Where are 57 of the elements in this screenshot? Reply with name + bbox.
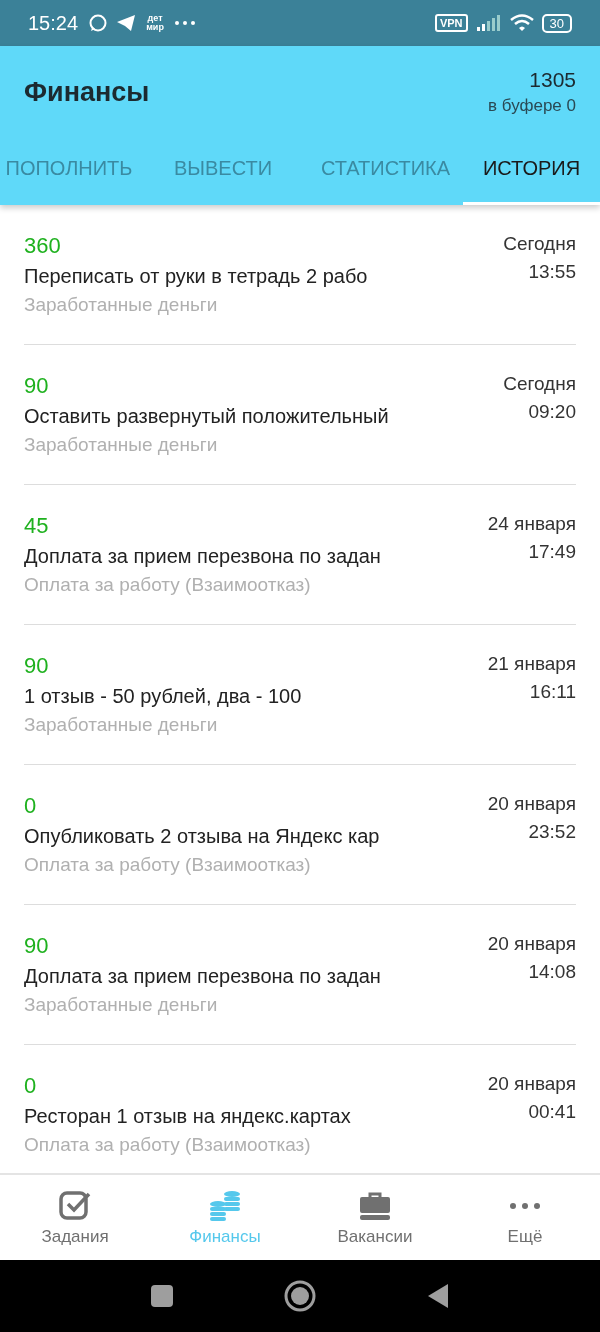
time: 00:41 [528,1101,576,1123]
date: Сегодня [503,233,576,255]
time: 17:49 [528,541,576,563]
date: 21 января [487,653,576,675]
amount: 45 [24,513,50,539]
nav-item[interactable]: Ещё [450,1175,600,1260]
tab[interactable]: ИСТОРИЯ [463,138,600,205]
balance-amount: 1305 [529,68,576,92]
date: 20 января [487,933,576,955]
task-title: Доплата за прием перезвона по задан [24,965,381,988]
paper-plane-icon [116,14,137,32]
more-icon [510,1202,540,1209]
wifi-icon [509,14,534,32]
amount: 0 [24,1073,38,1099]
time: 13:55 [528,261,576,283]
back-button[interactable] [426,1283,450,1309]
amount: 360 [24,233,62,259]
signal-icon [475,15,502,31]
amount: 0 [24,793,38,819]
task-title: Доплата за прием перезвона по задан [24,545,381,568]
battery-indicator: 30 [541,13,572,33]
amount: 90 [24,653,50,679]
screen-title: Финансы [24,76,150,108]
task-title: Ресторан 1 отзыв на яндекс.картах [24,1105,351,1128]
time: 16:11 [529,681,576,703]
time: 14:08 [528,961,576,983]
nav-item[interactable]: Задания [0,1175,150,1260]
date: 24 января [487,513,576,535]
date: 20 января [487,1073,576,1095]
recent-apps-button[interactable] [150,1284,174,1308]
amount: 90 [24,373,50,399]
time: 23:52 [528,821,576,843]
task-title: 1 отзыв - 50 рублей, два - 100 [24,685,302,708]
date: Сегодня [503,373,576,395]
checkbox-check-icon [58,1188,92,1223]
home-button[interactable] [284,1280,316,1312]
task-title: Опубликовать 2 отзыва на Яндекс кар [24,825,380,848]
buffer-amount: в буфере 0 [488,96,576,116]
payment-type: Заработанные деньги [24,434,219,456]
task-title: Оставить развернутый положительный [24,405,389,428]
date: 20 января [487,793,576,815]
time: 09:20 [528,401,576,423]
app-logo-label: дет мир [145,14,165,32]
payment-type: Оплата за работу (Взаимоотказ) [24,574,312,596]
payment-type: Заработанные деньги [24,294,219,316]
vpn-indicator: VPN [434,14,468,32]
amount: 90 [24,933,50,959]
payment-type: Заработанные деньги [24,714,219,736]
payment-type: Заработанные деньги [24,994,219,1016]
task-title: Переписать от руки в тетрадь 2 рабо [24,265,368,288]
chat-bubble-icon [88,13,109,33]
payment-type: Оплата за работу (Взаимоотказ) [24,1134,312,1156]
coins-stack-icon [208,1188,242,1223]
payment-type: Оплата за работу (Взаимоотказ) [24,854,312,876]
nav-item[interactable]: Вакансии [300,1175,450,1260]
more-notifications-icon [174,20,197,26]
status-time: 15:24 [28,11,79,35]
